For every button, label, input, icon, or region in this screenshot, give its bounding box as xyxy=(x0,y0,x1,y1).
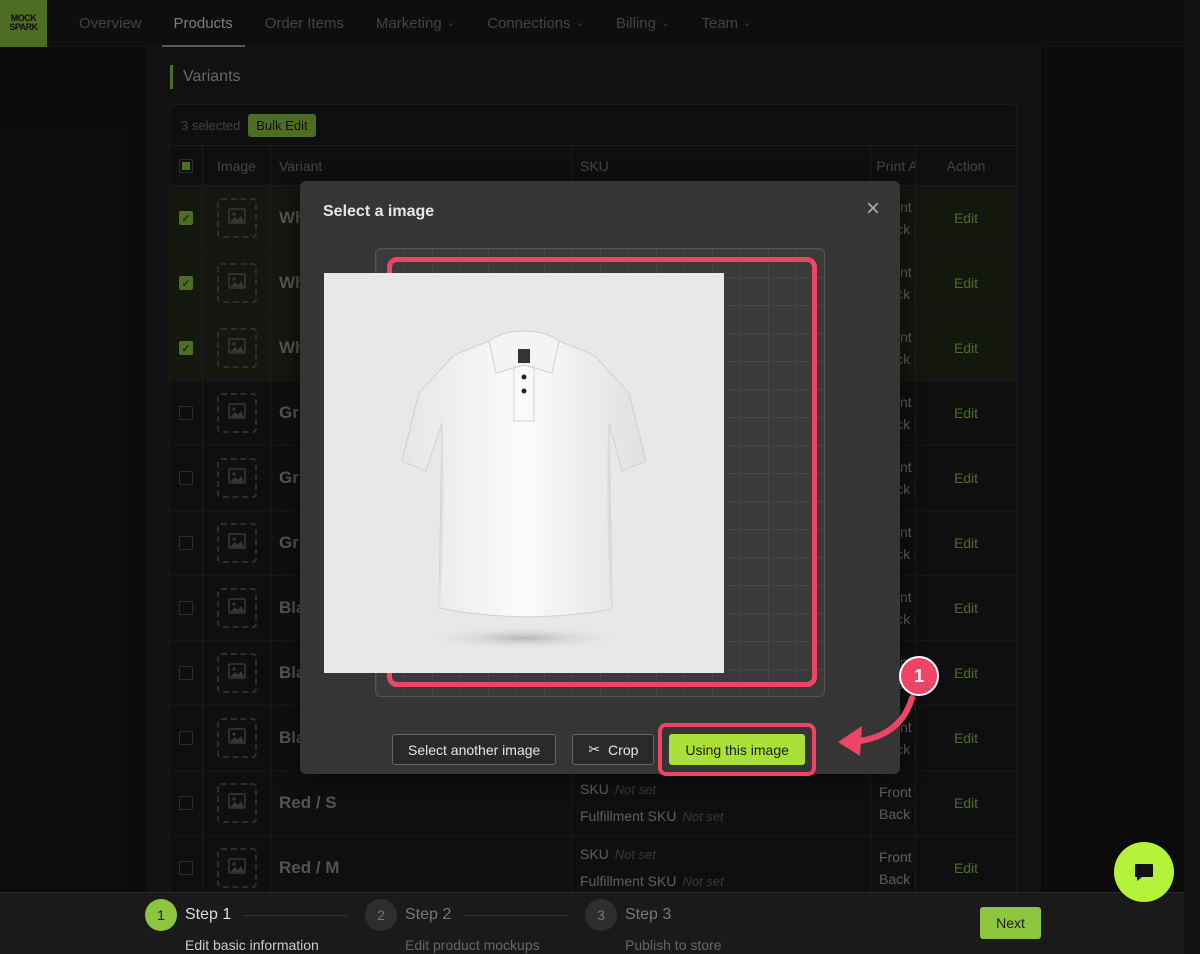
step-number: 1 xyxy=(145,899,177,931)
wizard-step-1[interactable]: 1 Step 1 Edit basic information xyxy=(145,899,348,953)
crop-label: Crop xyxy=(608,741,639,758)
dialog-actions: Select another image ✂ Crop Using this i… xyxy=(392,723,816,776)
chat-bubble-icon xyxy=(1135,864,1153,881)
scissors-icon: ✂ xyxy=(588,741,601,757)
step-head: 2 Step 2 xyxy=(365,899,568,931)
chat-support-button[interactable] xyxy=(1114,842,1174,902)
select-image-dialog: Select a image × Select another image ✂ … xyxy=(300,181,900,776)
step-head: 1 Step 1 xyxy=(145,899,348,931)
polo-shirt-image xyxy=(324,273,724,673)
step-description: Edit product mockups xyxy=(405,937,540,953)
step-title: Step 3 xyxy=(625,906,672,923)
polo-shirt-illustration xyxy=(401,330,647,650)
crop-button[interactable]: ✂ Crop xyxy=(572,734,655,765)
step-description: Publish to store xyxy=(625,937,722,953)
use-this-image-button[interactable]: Using this image xyxy=(669,734,805,765)
wizard-step-2[interactable]: 2 Step 2 Edit product mockups xyxy=(365,899,568,953)
select-another-image-label: Select another image xyxy=(408,741,541,758)
step-connector xyxy=(243,914,348,916)
next-button[interactable]: Next xyxy=(980,907,1041,939)
wizard-step-bar: 1 Step 1 Edit basic information 2 Step 2 Edit… xyxy=(0,892,1184,954)
close-icon[interactable]: × xyxy=(866,197,880,221)
dialog-title: Select a image xyxy=(323,203,435,220)
wizard-step-3[interactable]: 3 Step 3 Publish to store xyxy=(585,899,722,953)
step-title: Step 1 xyxy=(185,906,232,923)
step-description: Edit basic information xyxy=(185,937,319,953)
step-connector xyxy=(463,914,568,916)
use-this-image-label: Using this image xyxy=(685,741,789,758)
use-image-highlight: Using this image xyxy=(658,723,816,776)
step-number: 2 xyxy=(365,899,397,931)
select-another-image-button[interactable]: Select another image xyxy=(392,734,557,765)
callout-arrow-icon xyxy=(838,695,915,756)
step-head: 3 Step 3 xyxy=(585,899,722,931)
page-scrollbar[interactable] xyxy=(1184,0,1200,954)
step-title: Step 2 xyxy=(405,906,452,923)
step-number: 3 xyxy=(585,899,617,931)
